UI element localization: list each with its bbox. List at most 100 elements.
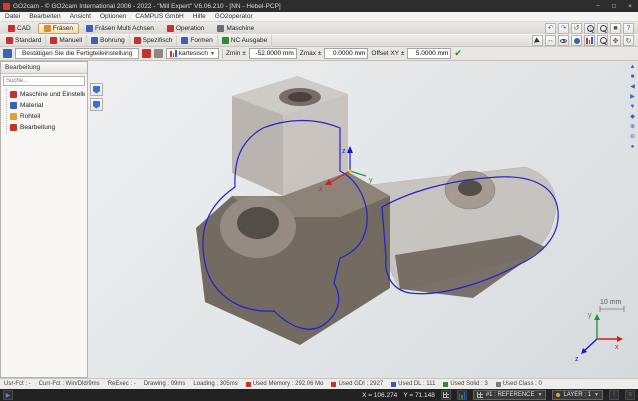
menubar: Datei Bearbeiten Ansicht Optionen CAMPUS… — [0, 12, 638, 22]
zoom-minus-icon[interactable]: ⊖ — [630, 134, 635, 140]
tab-cad[interactable]: CAD — [2, 23, 37, 34]
toolbtn-formen[interactable]: Formen — [177, 35, 217, 47]
visibility-icon[interactable] — [558, 35, 569, 46]
maximize-button[interactable]: □ — [606, 0, 622, 12]
menu-datei[interactable]: Datei — [5, 13, 20, 20]
close-button[interactable]: × — [622, 0, 638, 12]
view-iso-icon[interactable]: ◆ — [630, 114, 635, 120]
snap-grid-icon[interactable] — [441, 390, 451, 400]
zoom-plus-icon[interactable]: ⊕ — [630, 124, 635, 130]
tree-item-maschine[interactable]: Maschine und Einstellebene — [10, 89, 85, 100]
solid-led-icon — [443, 382, 448, 387]
stock-grid-icon[interactable] — [142, 49, 151, 58]
menu-ansicht[interactable]: Ansicht — [70, 13, 91, 20]
toolbtn-manuell[interactable]: Manuell — [46, 35, 87, 47]
svg-text:x: x — [615, 344, 619, 351]
rotate-view-icon[interactable]: ↻ — [623, 35, 634, 46]
refresh-icon[interactable]: ↺ — [571, 23, 582, 34]
shield-icon — [93, 86, 100, 94]
tab-fraesen[interactable]: Fräsen — [38, 23, 79, 34]
prompt-message: Bestätigen Sie die Fertigteileinstellung — [15, 48, 139, 59]
confirm-check-button[interactable]: ✔ — [454, 48, 462, 59]
bottombar: ▶ X = 106.274 Y = 71.148 #1 : REFERENCE … — [0, 389, 638, 401]
mini-toolbar — [90, 83, 103, 111]
viewport-canvas[interactable]: z x y 10 mm — [88, 61, 638, 378]
menu-optionen[interactable]: Optionen — [100, 13, 126, 20]
menu-go2operator[interactable]: GO2operator — [215, 13, 253, 20]
zoom-window-icon[interactable]: ■ — [610, 23, 621, 34]
tree-item-material[interactable]: Material — [10, 100, 85, 111]
model-3d — [196, 76, 558, 345]
zmin-label: Zmin ± — [226, 50, 246, 57]
select-cursor-icon[interactable] — [532, 35, 543, 46]
pan-icon[interactable]: ✥ — [610, 35, 621, 46]
scale-indicator: 10 mm — [600, 299, 624, 312]
tab-maschine[interactable]: Maschine — [211, 23, 260, 34]
tab-fraesen-multi-achsen[interactable]: Fräsen Multi Achsen — [80, 23, 160, 34]
machine-icon — [217, 25, 224, 32]
measure-icon[interactable]: ↔ — [545, 35, 556, 46]
view-center-icon[interactable]: ● — [631, 144, 635, 150]
menu-campus-gmbh[interactable]: CAMPUS GmbH — [135, 13, 183, 20]
collapse-panel-icon[interactable]: ▲ — [630, 64, 636, 70]
cursor-y-readout: Y = 71.148 — [403, 392, 435, 399]
zoom-out-icon[interactable] — [597, 23, 608, 34]
svg-text:y: y — [369, 177, 373, 184]
axes-toggle-icon[interactable] — [457, 390, 467, 400]
menu-bearbeiten[interactable]: Bearbeiten — [29, 13, 60, 20]
status-used-gdi: Used GDI : 2927 — [331, 381, 383, 387]
statusbar: Usr-Fct : - Curr-Fct : Win/Dld/9ms ReExe… — [0, 378, 638, 389]
minimize-button[interactable]: − — [590, 0, 606, 12]
reference-icon — [477, 392, 483, 398]
view-right-icon[interactable]: ▶ — [630, 94, 635, 100]
replay-icon[interactable]: ▶ — [3, 390, 13, 400]
toolbtn-bohrung[interactable]: Bohrung — [87, 35, 130, 47]
protect-part-button[interactable] — [90, 98, 103, 111]
view-left-icon[interactable]: ◀ — [630, 84, 635, 90]
search-input[interactable] — [4, 77, 84, 85]
layer-select[interactable]: LAYER : 1 ▼ — [552, 390, 603, 400]
sidebar-header-tab[interactable]: Bearbeitung — [1, 62, 87, 74]
manual-icon — [50, 37, 57, 44]
titlebar: GO2cam - © GO2cam International 2006 - 2… — [0, 0, 638, 12]
zoom-fit-icon[interactable] — [597, 35, 608, 46]
view-top-icon[interactable]: ■ — [631, 74, 635, 80]
stock-box-icon[interactable] — [154, 49, 163, 58]
world-view-icon[interactable] — [571, 35, 582, 46]
zoom-in-icon[interactable] — [584, 23, 595, 34]
redo-icon[interactable]: ↷ — [558, 23, 569, 34]
operation-icon — [167, 25, 174, 32]
svg-text:y: y — [588, 312, 592, 319]
corner-triad: x y z — [575, 312, 623, 363]
drill-icon — [91, 37, 98, 44]
toolbtn-spezifisch[interactable]: Spezifisch — [130, 35, 178, 47]
coord-axes-icon — [170, 50, 177, 57]
toolbtn-nc-ausgabe[interactable]: NC Ausgabe — [218, 35, 273, 47]
gdi-led-icon — [331, 382, 336, 387]
coord-mode-select[interactable]: kartesisch ▼ — [166, 48, 219, 59]
help-icon[interactable]: ? — [623, 23, 634, 34]
viewport[interactable]: z x y 10 mm — [88, 61, 638, 378]
view-bottom-icon[interactable]: ▼ — [630, 104, 636, 110]
zmax-input[interactable] — [324, 48, 368, 59]
svg-text:z: z — [575, 356, 579, 363]
protect-face-button[interactable] — [90, 83, 103, 96]
chevron-down-icon: ▼ — [594, 392, 599, 398]
tree-item-rohteil[interactable]: Rohteil — [10, 111, 85, 122]
axes-view-icon[interactable] — [584, 35, 595, 46]
nc-output-icon — [222, 37, 229, 44]
info-icon[interactable]: i — [609, 390, 619, 400]
zmin-input[interactable] — [249, 48, 297, 59]
tree-item-bearbeitung[interactable]: Bearbeitung — [10, 122, 85, 133]
status-used-solid: Used Solid : 3 — [443, 381, 487, 387]
toolbtn-standard[interactable]: Standard — [2, 35, 46, 47]
settings-icon[interactable]: ≡ — [625, 390, 635, 400]
menu-hilfe[interactable]: Hilfe — [193, 13, 206, 20]
svg-text:10 mm: 10 mm — [600, 299, 622, 306]
tabrow-icons: ↶ ↷ ↺ ■ ? — [545, 23, 634, 34]
tab-operation[interactable]: Operation — [161, 23, 211, 34]
reference-select[interactable]: #1 : REFERENCE ▼ — [473, 390, 547, 400]
offset-xy-input[interactable] — [407, 48, 451, 59]
chevron-down-icon: ▼ — [210, 51, 215, 57]
undo-icon[interactable]: ↶ — [545, 23, 556, 34]
